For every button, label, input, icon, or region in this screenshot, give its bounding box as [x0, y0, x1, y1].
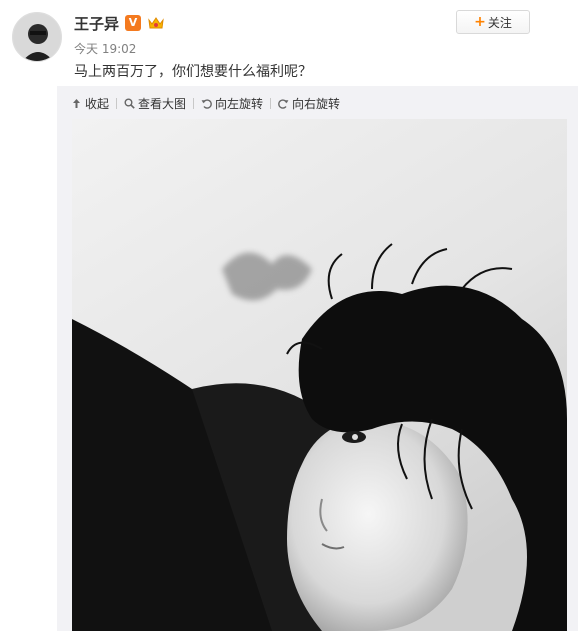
- author-name[interactable]: 王子异: [74, 13, 119, 34]
- magnify-icon: [124, 98, 135, 109]
- follow-label: 关注: [487, 15, 512, 30]
- collapse-button[interactable]: 收起: [71, 95, 109, 112]
- rotate-right-icon: [278, 98, 289, 109]
- post-text: 马上两百万了，你们想要什么福利呢？: [74, 64, 312, 80]
- weibo-post-card: 王子异 V 今天 19:02 马上两百万了，你们想要什么福利呢？ + 关注 收起: [0, 0, 578, 631]
- toolbar-divider: [193, 97, 195, 109]
- author-row: 王子异 V: [74, 12, 165, 34]
- rotate-left-label: 向左旋转: [215, 96, 264, 111]
- view-large-label: 查看大图: [138, 96, 187, 111]
- rotate-left-icon: [201, 98, 212, 109]
- vip-crown-icon[interactable]: [147, 15, 165, 31]
- collapse-label: 收起: [85, 96, 110, 111]
- media-toolbar: 收起 查看大图 向左旋转 向右旋转: [71, 94, 340, 112]
- rotate-right-label: 向右旋转: [292, 96, 341, 111]
- post-time[interactable]: 今天 19:02: [74, 40, 136, 57]
- media-panel: 收起 查看大图 向左旋转 向右旋转: [57, 86, 578, 631]
- follow-button[interactable]: + 关注: [456, 10, 530, 34]
- rotate-right-button[interactable]: 向右旋转: [278, 95, 340, 112]
- avatar[interactable]: [12, 12, 62, 62]
- rotate-left-button[interactable]: 向左旋转: [201, 95, 263, 112]
- view-large-button[interactable]: 查看大图: [124, 95, 186, 112]
- verified-badge-icon[interactable]: V: [125, 15, 142, 31]
- collapse-up-icon: [73, 98, 80, 108]
- plus-icon: +: [474, 14, 486, 30]
- post-photo[interactable]: [72, 119, 567, 631]
- toolbar-divider: [116, 97, 118, 109]
- toolbar-divider: [270, 97, 272, 109]
